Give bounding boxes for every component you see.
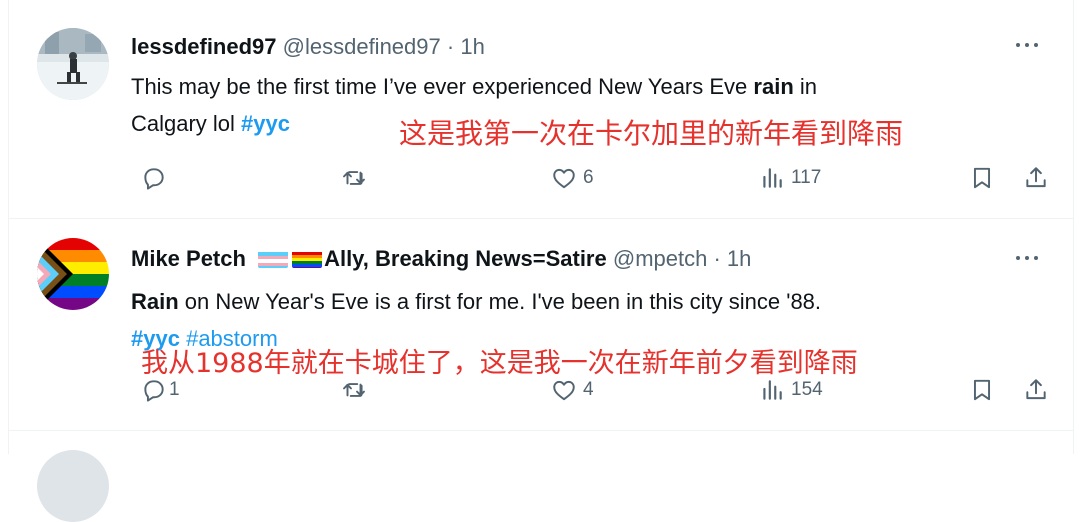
translation-annotation: 这是我第一次在卡尔加里的新年看到降雨 [399,117,904,150]
more-icon[interactable] [1013,249,1043,269]
retweet-button[interactable] [341,163,373,193]
bookmark-icon [973,379,991,401]
retweet-button[interactable] [341,375,373,405]
rainbow-flag-icon [292,250,323,268]
views-icon [763,168,782,188]
like-icon [553,168,575,189]
highlight-keyword: Rain [131,289,179,314]
bookmark-button[interactable] [969,375,995,405]
views-button[interactable]: 117 [759,163,821,193]
reply-icon [144,168,164,190]
like-count: 6 [583,167,594,188]
action-bar: 1 4 154 [131,375,1051,405]
share-button[interactable] [1023,163,1049,193]
separator-dot: · [446,34,455,59]
name-suffix[interactable]: Ally, Breaking News=Satire [324,246,607,271]
avatar[interactable] [37,238,109,310]
retweet-icon [343,383,365,397]
hashtag-link[interactable]: #yyc [241,111,290,136]
share-icon [1026,379,1046,400]
transgender-flag-icon [258,250,289,268]
reply-icon [144,380,164,402]
text-segment: on New Year's Eve is a first for me. I'v… [178,289,822,314]
timestamp[interactable]: 1h [727,246,751,271]
like-button[interactable]: 6 [551,163,594,193]
reply-count: 1 [169,379,180,400]
next-tweet-avatar[interactable] [37,450,109,522]
reply-button[interactable] [141,163,173,193]
handle[interactable]: @lessdefined97 [283,34,441,59]
more-icon[interactable] [1013,36,1043,56]
separator-dot: · [713,246,721,271]
timeline: lessdefined97 @lessdefined97 · 1h This m… [8,0,1074,522]
view-count: 154 [791,379,823,400]
tweet[interactable]: Mike Petch Ally, Breaking News=Satire @m… [9,219,1073,431]
text-segment: in [793,74,818,99]
like-count: 4 [583,379,594,400]
tweet-header: Mike Petch Ally, Breaking News=Satire @m… [131,246,751,272]
share-icon [1026,167,1046,188]
views-icon [763,380,782,400]
bookmark-button[interactable] [969,163,995,193]
display-name[interactable]: Mike Petch [131,246,246,271]
text-segment: Calgary lol [131,111,242,136]
timestamp[interactable]: 1h [460,34,484,59]
avatar[interactable] [37,28,109,100]
handle[interactable]: @mpetch [613,246,707,271]
view-count: 117 [791,167,822,188]
highlight-keyword: rain [753,74,794,99]
like-icon [553,380,575,401]
text-segment: This may be the first time I’ve ever exp… [131,74,754,99]
display-name[interactable]: lessdefined97 [131,34,277,59]
tweet-header: lessdefined97 @lessdefined97 · 1h [131,34,485,60]
like-button[interactable]: 4 [551,375,594,405]
retweet-icon [343,171,365,185]
bookmark-icon [973,167,991,189]
views-button[interactable]: 154 [759,375,823,405]
tweet[interactable]: lessdefined97 @lessdefined97 · 1h This m… [9,0,1073,219]
share-button[interactable] [1023,375,1049,405]
reply-button[interactable]: 1 [141,375,180,405]
action-bar: 6 117 [131,163,1051,193]
